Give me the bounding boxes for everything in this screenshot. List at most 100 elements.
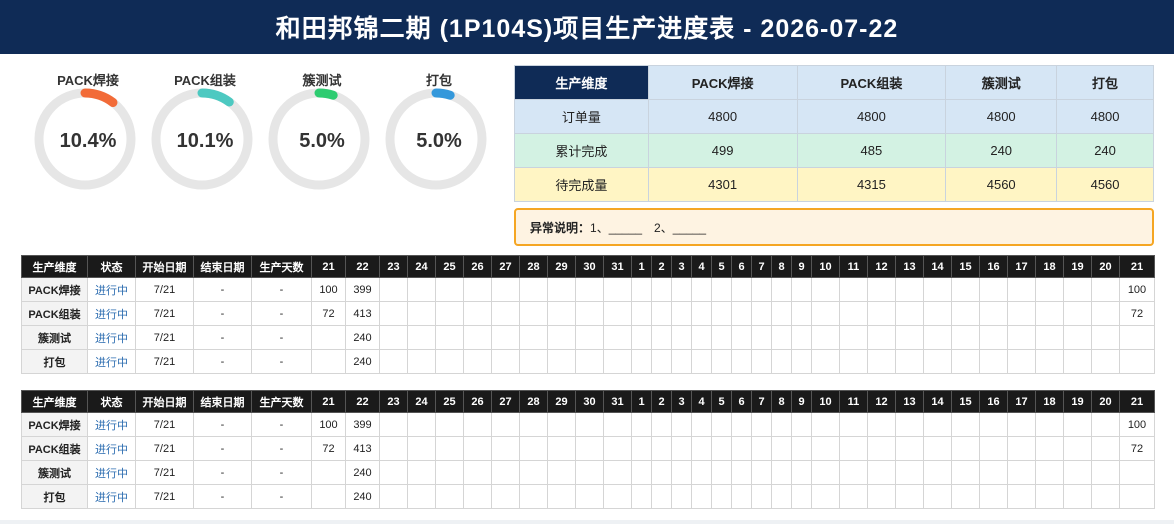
schedule-day-cell — [791, 349, 812, 374]
schedule-day-header: 22 — [345, 390, 380, 413]
schedule-day-cell — [1119, 349, 1155, 374]
gauge-value: 10.4% — [59, 130, 117, 152]
schedule-day-cell — [1035, 349, 1064, 374]
schedule-day-cell — [631, 484, 652, 509]
schedule-day-cell — [1035, 436, 1064, 461]
schedule-day-header: 8 — [771, 255, 792, 278]
schedule-day-cell — [491, 484, 520, 509]
schedule-day-cell — [979, 301, 1008, 326]
schedule-day-cell — [435, 301, 464, 326]
schedule-day-header: 7 — [751, 255, 772, 278]
schedule-day-cell — [1091, 436, 1120, 461]
schedule-day-cell — [491, 349, 520, 374]
schedule-days-cell: - — [251, 436, 312, 461]
schedule-day-cell — [895, 325, 924, 350]
schedule-day-cell — [575, 349, 604, 374]
schedule-day-header: 27 — [491, 390, 520, 413]
schedule-day-header: 29 — [547, 390, 576, 413]
schedule-day-cell — [839, 349, 868, 374]
bottom-divider — [0, 520, 1174, 524]
schedule-day-cell: 413 — [345, 301, 380, 326]
schedule-day-cell — [811, 277, 840, 302]
schedule-day-cell — [491, 325, 520, 350]
schedule-day-cell — [1091, 301, 1120, 326]
schedule-day-cell — [491, 301, 520, 326]
schedule-day-cell — [771, 349, 792, 374]
schedule-days-cell: - — [251, 460, 312, 485]
schedule-day-cell — [1035, 412, 1064, 437]
schedule-day-cell — [895, 277, 924, 302]
schedule-day-cell — [731, 301, 752, 326]
schedule-day-cell — [603, 325, 632, 350]
schedule-header-row: 生产维度 状态 开始日期 结束日期 生产天数 21 22 23 24 25 26 27 28 29 30 31… — [21, 390, 1155, 413]
schedule-day-cell — [839, 436, 868, 461]
page-title: 和田邦锦二期 (1P104S)项目生产进度表 - 2026-07-22 — [0, 0, 1174, 54]
schedule-day-cell — [1007, 349, 1036, 374]
schedule-day-cell — [379, 349, 408, 374]
schedule-day-header: 26 — [463, 255, 492, 278]
schedule-day-cell — [951, 325, 980, 350]
schedule-day-cell — [671, 301, 692, 326]
schedule-days-cell: - — [251, 484, 312, 509]
schedule-day-cell — [811, 412, 840, 437]
schedule-day-cell — [951, 460, 980, 485]
schedule-table-1: 生产维度 状态 开始日期 结束日期 生产天数 21 22 23 24 25 26 27 28 29 30 31… — [21, 255, 1155, 374]
schedule-day-cell — [1063, 325, 1092, 350]
schedule-status-cell: 进行中 — [87, 325, 136, 350]
summary-cell: 240 — [945, 133, 1058, 168]
schedule-row: PACK焊接 进行中 7/21- -100 399 100 — [21, 412, 1155, 437]
schedule-table-2: 生产维度 状态 开始日期 结束日期 生产天数 21 22 23 24 25 26 27 28 29 30 31… — [21, 390, 1155, 509]
schedule-day-cell — [791, 301, 812, 326]
schedule-day-cell — [1119, 484, 1155, 509]
schedule-day-cell — [1035, 301, 1064, 326]
schedule-day-header: 23 — [379, 255, 408, 278]
schedule-day-header: 5 — [711, 390, 732, 413]
summary-cell: 4800 — [1056, 99, 1154, 134]
schedule-day-cell — [731, 484, 752, 509]
schedule-day-header: 4 — [691, 390, 712, 413]
schedule-day-header: 11 — [839, 255, 868, 278]
schedule-day-header: 13 — [895, 255, 924, 278]
schedule-day-cell — [671, 436, 692, 461]
schedule-day-cell: 240 — [345, 484, 380, 509]
schedule-day-cell — [379, 436, 408, 461]
summary-cell: 待完成量 — [514, 167, 649, 202]
schedule-day-cell — [1007, 277, 1036, 302]
schedule-day-header: 31 — [603, 255, 632, 278]
schedule-day-cell — [1063, 484, 1092, 509]
schedule-day-cell — [435, 436, 464, 461]
schedule-day-cell — [711, 460, 732, 485]
schedule-day-cell — [311, 325, 346, 350]
schedule-row: 打包 进行中 7/21- -240 — [21, 349, 1155, 374]
schedule-day-cell — [651, 460, 672, 485]
schedule-day-cell — [979, 484, 1008, 509]
schedule-day-header: 25 — [435, 255, 464, 278]
summary-table: 生产维度 PACK焊接 PACK组装 簇测试 打包 订单量 4800 4800 … — [514, 65, 1154, 202]
schedule-day-cell — [671, 484, 692, 509]
gauge-value: 5.0% — [416, 130, 462, 152]
schedule-day-cell — [575, 325, 604, 350]
schedule-day-cell — [1007, 436, 1036, 461]
exception-note: 异常说明： 1、_____ 2、_____ — [514, 208, 1154, 246]
schedule-day-header: 31 — [603, 390, 632, 413]
schedule-day-cell — [895, 412, 924, 437]
summary-cell: 4800 — [945, 99, 1058, 134]
schedule-day-cell — [435, 325, 464, 350]
schedule-header-cell: 结束日期 — [193, 390, 252, 413]
schedule-day-cell — [839, 484, 868, 509]
schedule-days-cell: - — [251, 412, 312, 437]
schedule-day-cell — [1119, 460, 1155, 485]
schedule-day-cell — [603, 277, 632, 302]
schedule-day-cell — [1035, 277, 1064, 302]
schedule-day-cell — [791, 436, 812, 461]
schedule-day-cell — [923, 484, 952, 509]
schedule-day-cell — [603, 349, 632, 374]
schedule-dimension-cell: PACK焊接 — [21, 277, 88, 302]
schedule-day-header: 18 — [1035, 255, 1064, 278]
schedule-day-header: 10 — [811, 390, 840, 413]
schedule-day-cell — [771, 301, 792, 326]
exception-note-label: 异常说明： — [530, 220, 591, 235]
schedule-day-cell — [603, 436, 632, 461]
schedule-day-cell — [731, 412, 752, 437]
schedule-day-cell — [867, 277, 896, 302]
